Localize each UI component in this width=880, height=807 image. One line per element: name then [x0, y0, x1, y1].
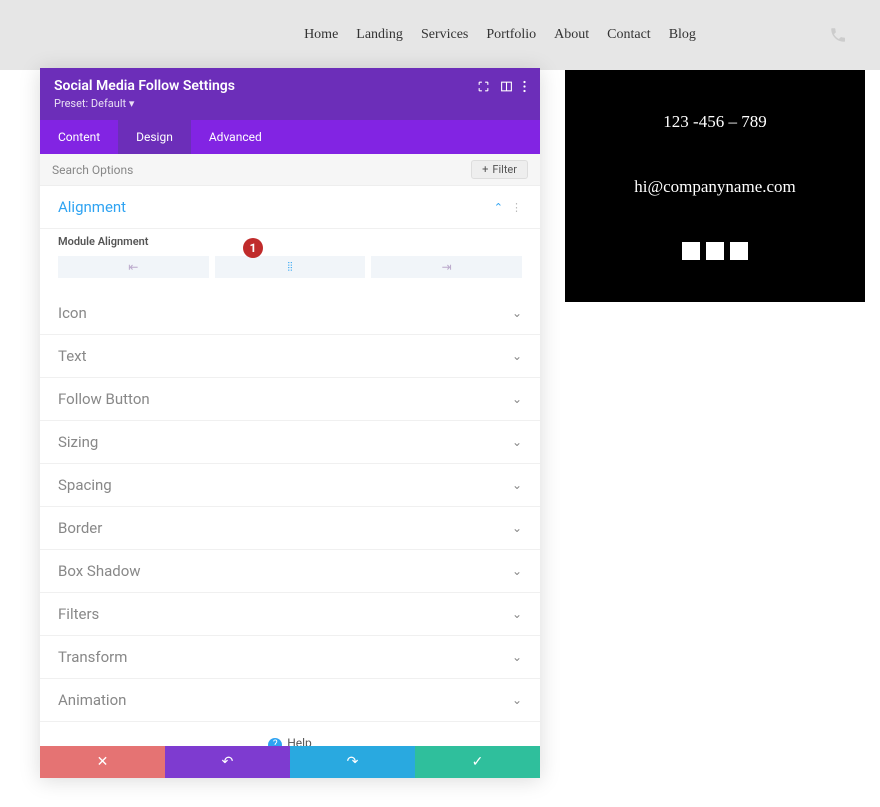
- nav-blog[interactable]: Blog: [669, 27, 696, 43]
- tab-content[interactable]: Content: [40, 120, 118, 154]
- expand-icon[interactable]: [477, 80, 490, 93]
- social-icons-row: [682, 242, 748, 260]
- section-filters[interactable]: Filters⌄: [40, 593, 540, 636]
- align-right-button[interactable]: ⇥: [371, 256, 522, 278]
- help-icon: ?: [268, 738, 282, 746]
- section-animation[interactable]: Animation⌄: [40, 679, 540, 722]
- align-left-icon: ⇤: [128, 260, 138, 274]
- more-icon[interactable]: ⋮: [511, 201, 522, 214]
- contact-email: hi@companyname.com: [634, 177, 796, 197]
- align-left-button[interactable]: ⇤: [58, 256, 209, 278]
- social-icon-2[interactable]: [706, 242, 724, 260]
- chevron-down-icon: ⌄: [512, 564, 522, 578]
- chevron-down-icon: ⌄: [512, 650, 522, 664]
- alignment-body: Module Alignment 1 ⇤ ⦙⦙ ⇥: [40, 229, 540, 292]
- main-nav: Home Landing Services Portfolio About Co…: [135, 0, 865, 70]
- annotation-badge-1: 1: [243, 238, 263, 258]
- chevron-down-icon: ▾: [129, 97, 135, 110]
- align-right-icon: ⇥: [442, 260, 452, 274]
- alignment-buttons: 1 ⇤ ⦙⦙ ⇥: [58, 256, 522, 278]
- more-menu-icon[interactable]: [523, 80, 526, 93]
- redo-icon: ↷: [347, 754, 359, 770]
- search-row: Search Options +Filter: [40, 154, 540, 186]
- settings-modal: Social Media Follow Settings Preset: Def…: [40, 68, 540, 778]
- chevron-down-icon: ⌄: [512, 306, 522, 320]
- nav-portfolio[interactable]: Portfolio: [486, 27, 536, 43]
- modal-header[interactable]: Social Media Follow Settings Preset: Def…: [40, 68, 540, 120]
- check-icon: ✓: [472, 754, 484, 770]
- modal-footer: ✕ ↶ ↷ ✓: [40, 746, 540, 778]
- top-navbar: Home Landing Services Portfolio About Co…: [135, 0, 865, 70]
- section-box-shadow[interactable]: Box Shadow⌄: [40, 550, 540, 593]
- plus-icon: +: [482, 163, 488, 176]
- align-center-button[interactable]: ⦙⦙: [215, 256, 366, 278]
- undo-button[interactable]: ↶: [165, 746, 290, 778]
- social-icon-3[interactable]: [730, 242, 748, 260]
- cancel-button[interactable]: ✕: [40, 746, 165, 778]
- undo-icon: ↶: [222, 754, 234, 770]
- help-link[interactable]: ?Help: [40, 722, 540, 746]
- preset-dropdown[interactable]: Preset: Default ▾: [54, 97, 235, 110]
- section-transform[interactable]: Transform⌄: [40, 636, 540, 679]
- section-border[interactable]: Border⌄: [40, 507, 540, 550]
- columns-icon[interactable]: [500, 80, 513, 93]
- section-spacing[interactable]: Spacing⌄: [40, 464, 540, 507]
- chevron-down-icon: ⌄: [512, 435, 522, 449]
- nav-services[interactable]: Services: [421, 27, 468, 43]
- redo-button[interactable]: ↷: [290, 746, 415, 778]
- section-text[interactable]: Text⌄: [40, 335, 540, 378]
- module-alignment-label: Module Alignment: [58, 235, 522, 248]
- save-button[interactable]: ✓: [415, 746, 540, 778]
- footer-contact-panel: 123 -456 – 789 hi@companyname.com: [565, 70, 865, 302]
- chevron-down-icon: ⌄: [512, 607, 522, 621]
- section-alignment[interactable]: Alignment ⌃ ⋮: [40, 186, 540, 229]
- nav-about[interactable]: About: [554, 27, 589, 43]
- tab-advanced[interactable]: Advanced: [191, 120, 280, 154]
- section-follow-button[interactable]: Follow Button⌄: [40, 378, 540, 421]
- search-input[interactable]: Search Options: [52, 163, 133, 177]
- chevron-down-icon: ⌄: [512, 693, 522, 707]
- chevron-up-icon: ⌃: [494, 201, 503, 214]
- chevron-down-icon: ⌄: [512, 521, 522, 535]
- align-center-icon: ⦙⦙: [287, 260, 292, 275]
- filter-button[interactable]: +Filter: [471, 160, 528, 179]
- modal-tabs: Content Design Advanced: [40, 120, 540, 154]
- section-sizing[interactable]: Sizing⌄: [40, 421, 540, 464]
- sections-list: Alignment ⌃ ⋮ Module Alignment 1 ⇤ ⦙⦙ ⇥ …: [40, 186, 540, 746]
- chevron-down-icon: ⌄: [512, 392, 522, 406]
- nav-contact[interactable]: Contact: [607, 27, 651, 43]
- chevron-down-icon: ⌄: [512, 478, 522, 492]
- close-icon: ✕: [97, 754, 109, 770]
- nav-landing[interactable]: Landing: [356, 27, 403, 43]
- nav-home[interactable]: Home: [304, 27, 338, 43]
- chevron-down-icon: ⌄: [512, 349, 522, 363]
- contact-phone: 123 -456 – 789: [663, 112, 766, 132]
- section-icon[interactable]: Icon⌄: [40, 292, 540, 335]
- tab-design[interactable]: Design: [118, 120, 191, 154]
- social-icon-1[interactable]: [682, 242, 700, 260]
- phone-icon: [829, 26, 847, 44]
- modal-title: Social Media Follow Settings: [54, 78, 235, 94]
